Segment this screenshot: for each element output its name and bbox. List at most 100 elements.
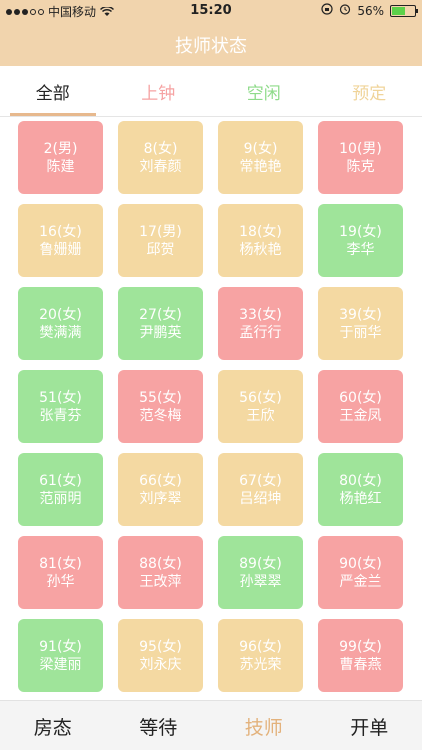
technician-number: 2(男) [43,140,78,157]
technician-tile[interactable]: 91(女) 梁建丽 [18,619,103,692]
technician-number: 91(女) [39,638,82,655]
technician-number: 56(女) [239,389,282,406]
technician-number: 81(女) [39,555,82,572]
technician-name: 曹春燕 [339,656,382,673]
battery-icon [390,4,418,17]
technician-tile[interactable]: 60(女) 王金凤 [318,370,403,443]
technician-number: 95(女) [139,638,182,655]
technician-number: 9(女) [243,140,278,157]
technician-name: 刘永庆 [139,656,182,673]
technician-number: 60(女) [339,389,382,406]
technician-tile[interactable]: 67(女) 吕绍坤 [218,453,303,526]
technician-number: 61(女) [39,472,82,489]
technician-tile[interactable]: 20(女) 樊满满 [18,287,103,360]
technician-number: 89(女) [239,555,282,572]
technician-number: 66(女) [139,472,182,489]
battery-percent: 56% [357,3,384,18]
tab-reserved[interactable]: 预定 [317,66,422,116]
technician-name: 杨秋艳 [239,241,282,258]
technician-name: 范丽明 [39,490,82,507]
technician-name: 邱贺 [146,241,175,258]
technician-grid: 2(男) 陈建 8(女) 刘春颜 9(女) 常艳艳 10(男) 陈克 16(女) 鲁姗姗 17(男)… [18,121,404,692]
technician-number: 18(女) [239,223,282,240]
technician-number: 33(女) [239,306,282,323]
status-right: 56% [321,3,418,18]
technician-number: 27(女) [139,306,182,323]
tab-all[interactable]: 全部 [0,66,106,116]
technician-name: 梁建丽 [39,656,82,673]
technician-tile[interactable]: 10(男) 陈克 [318,121,403,194]
technician-name: 刘春颜 [139,158,182,175]
technician-number: 17(男) [139,223,182,240]
technician-name: 范冬梅 [139,407,182,424]
bottom-tab-open-order[interactable]: 开单 [317,701,422,750]
tab-label: 上钟 [141,83,176,104]
technician-tile[interactable]: 56(女) 王欣 [218,370,303,443]
technician-tile[interactable]: 16(女) 鲁姗姗 [18,204,103,277]
technician-name: 陈建 [46,158,75,175]
technician-name: 李华 [346,241,375,258]
technician-name: 吕绍坤 [239,490,282,507]
technician-number: 39(女) [339,306,382,323]
technician-name: 孙华 [46,573,75,590]
technician-number: 51(女) [39,389,82,406]
technician-name: 杨艳红 [339,490,382,507]
technician-name: 尹鹏英 [139,324,182,341]
technician-number: 10(男) [339,140,382,157]
technician-tile[interactable]: 81(女) 孙华 [18,536,103,609]
technician-name: 鲁姗姗 [39,241,82,258]
tab-idle[interactable]: 空闲 [211,66,317,116]
technician-name: 孟行行 [239,324,282,341]
technician-name: 王欣 [246,407,275,424]
bottom-tab-technician[interactable]: 技师 [211,701,317,750]
technician-tile[interactable]: 89(女) 孙翠翠 [218,536,303,609]
bottom-tab-waiting[interactable]: 等待 [106,701,212,750]
technician-number: 20(女) [39,306,82,323]
bottom-tab-bar: 房态 等待 技师 开单 [0,700,422,750]
rotation-lock-icon [321,3,333,18]
technician-name: 王金凤 [339,407,382,424]
technician-number: 19(女) [339,223,382,240]
status-bar: 中国移动 15:20 56% [0,0,422,22]
technician-number: 88(女) [139,555,182,572]
technician-number: 96(女) [239,638,282,655]
technician-tile[interactable]: 17(男) 邱贺 [118,204,203,277]
technician-tile[interactable]: 2(男) 陈建 [18,121,103,194]
technician-name: 张青芬 [39,407,82,424]
technician-tile[interactable]: 18(女) 杨秋艳 [218,204,303,277]
technician-number: 16(女) [39,223,82,240]
technician-tile[interactable]: 96(女) 苏光荣 [218,619,303,692]
nav-bar: 技师状态 [0,22,422,66]
technician-tile[interactable]: 55(女) 范冬梅 [118,370,203,443]
technician-name: 苏光荣 [239,656,282,673]
technician-tile[interactable]: 95(女) 刘永庆 [118,619,203,692]
technician-name: 陈克 [346,158,375,175]
bottom-tab-room-status[interactable]: 房态 [0,701,106,750]
technician-tile[interactable]: 90(女) 严金兰 [318,536,403,609]
technician-tile[interactable]: 27(女) 尹鹏英 [118,287,203,360]
technician-name: 樊满满 [39,324,82,341]
technician-tile[interactable]: 19(女) 李华 [318,204,403,277]
technician-tile[interactable]: 88(女) 王改萍 [118,536,203,609]
technician-number: 99(女) [339,638,382,655]
technician-number: 90(女) [339,555,382,572]
technician-tile[interactable]: 9(女) 常艳艳 [218,121,303,194]
technician-tile[interactable]: 99(女) 曹春燕 [318,619,403,692]
tab-label: 空闲 [246,83,281,104]
tab-busy[interactable]: 上钟 [106,66,212,116]
technician-number: 67(女) [239,472,282,489]
alarm-icon [339,3,351,18]
tab-label: 全部 [35,83,70,104]
technician-tile[interactable]: 66(女) 刘序翠 [118,453,203,526]
technician-tile[interactable]: 39(女) 于丽华 [318,287,403,360]
technician-name: 王改萍 [139,573,182,590]
technician-tile[interactable]: 33(女) 孟行行 [218,287,303,360]
tab-label: 预定 [352,83,387,104]
tab-active-indicator [10,113,96,116]
technician-tile[interactable]: 61(女) 范丽明 [18,453,103,526]
technician-tile[interactable]: 51(女) 张青芬 [18,370,103,443]
technician-name: 于丽华 [339,324,382,341]
technician-tile[interactable]: 8(女) 刘春颜 [118,121,203,194]
technician-tile[interactable]: 80(女) 杨艳红 [318,453,403,526]
technician-name: 孙翠翠 [239,573,282,590]
